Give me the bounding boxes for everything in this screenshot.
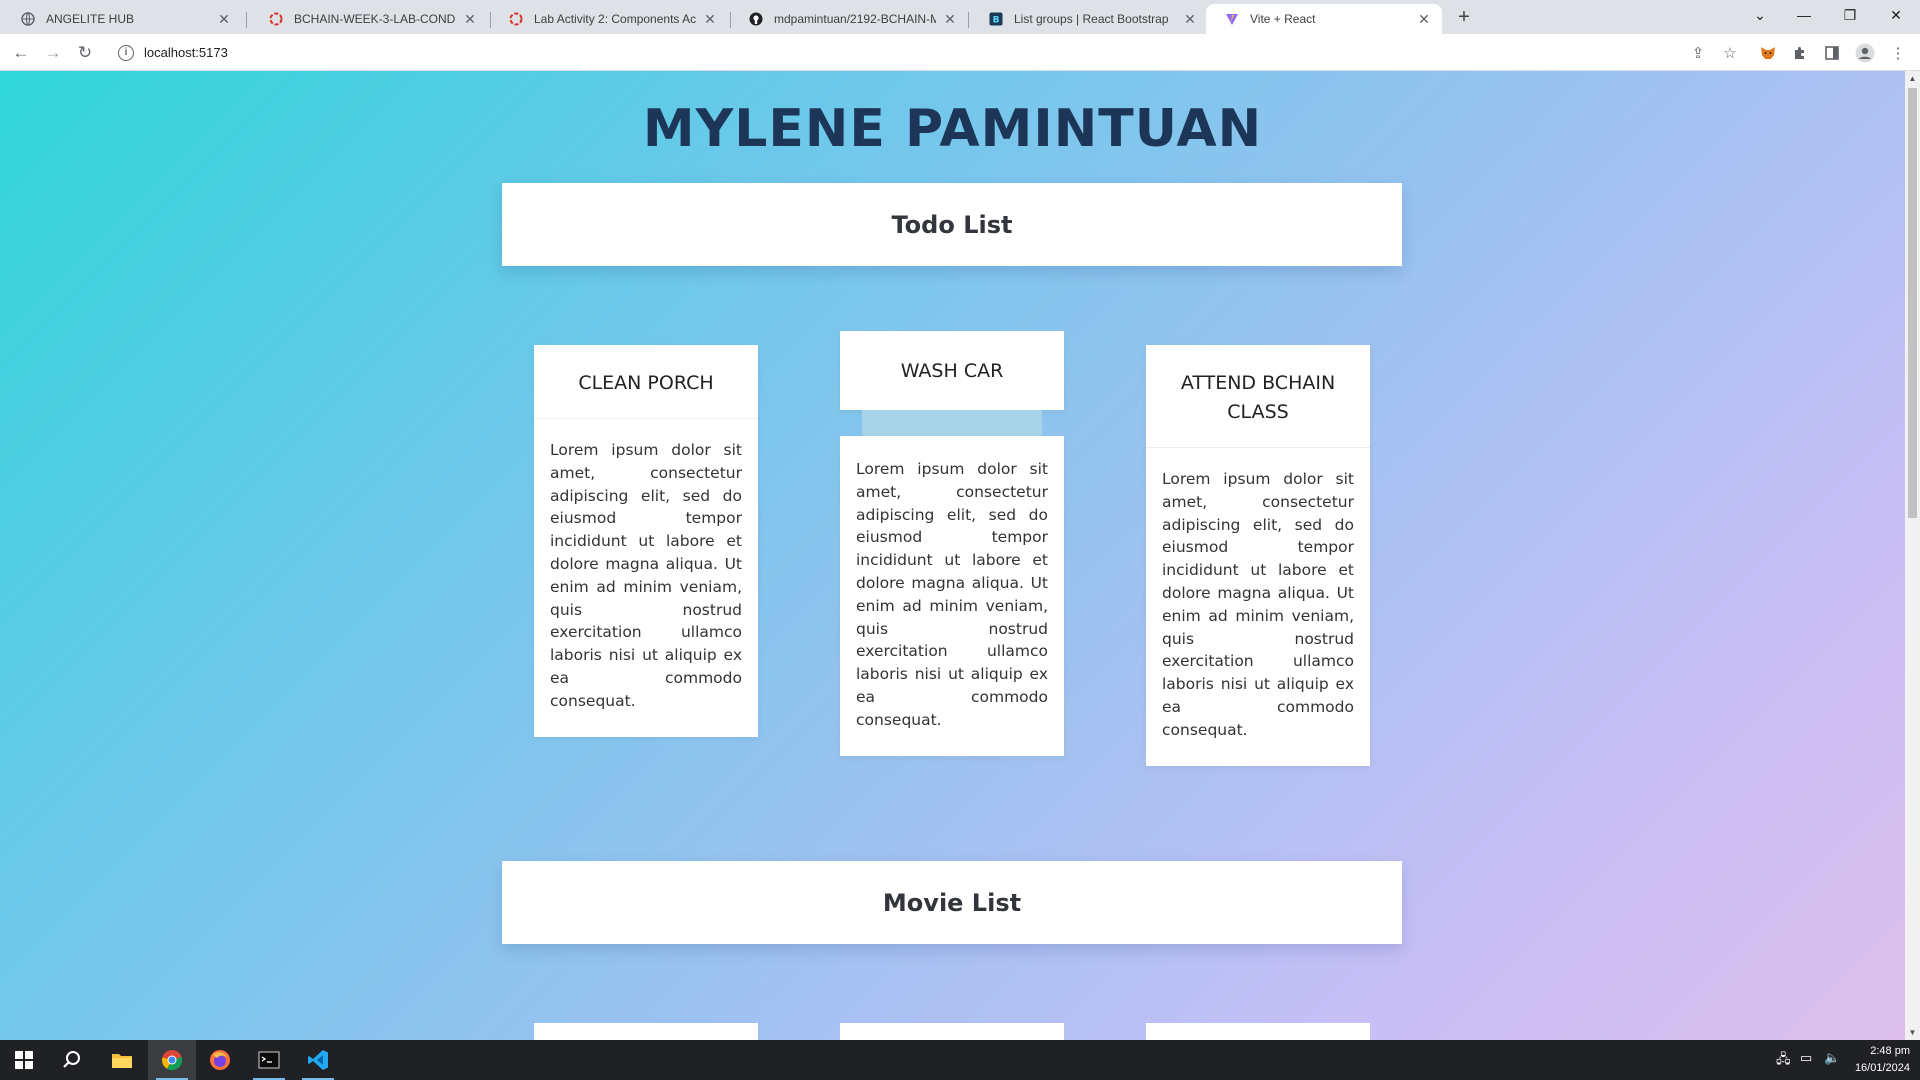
- extensions-puzzle-icon[interactable]: [1790, 43, 1810, 63]
- close-tab-icon[interactable]: ✕: [462, 11, 478, 27]
- globe-icon: [20, 11, 36, 27]
- card-title: WASH CAR: [900, 359, 1004, 382]
- clock-time: 2:48 pm: [1870, 1045, 1910, 1057]
- reload-button[interactable]: ↻: [72, 40, 98, 66]
- close-tab-icon[interactable]: ✕: [1182, 11, 1198, 27]
- movie-card: [1146, 1023, 1370, 1040]
- firefox-taskbar-button[interactable]: [196, 1040, 244, 1080]
- tab-strip: ANGELITE HUB ✕ BCHAIN-WEEK-3-LAB-CONDITI…: [0, 0, 1920, 34]
- metamask-extension-icon[interactable]: [1758, 43, 1778, 63]
- movie-list-header: Movie List: [502, 861, 1402, 944]
- folder-icon: [112, 1054, 132, 1068]
- tab-lab-activity-2[interactable]: Lab Activity 2: Components Activity ✕: [490, 4, 728, 34]
- tab-github-repo[interactable]: mdpamintuan/2192-BCHAIN-MD ✕: [730, 4, 968, 34]
- movie-card: [534, 1023, 758, 1040]
- tab-label: List groups | React Bootstrap: [1014, 12, 1169, 26]
- card-body: Lorem ipsum dolor sit amet, consectetur …: [856, 460, 1048, 729]
- github-icon: [748, 11, 764, 27]
- kebab-menu-icon[interactable]: ⋮: [1888, 43, 1908, 63]
- scroll-down-arrow-icon[interactable]: ▼: [1905, 1025, 1920, 1040]
- movie-card: [840, 1023, 1064, 1040]
- close-tab-icon[interactable]: ✕: [702, 11, 718, 27]
- network-wired-icon[interactable]: 🖧: [1776, 1050, 1791, 1072]
- tab-label: ANGELITE HUB: [46, 12, 135, 26]
- back-button[interactable]: ←: [8, 40, 34, 66]
- card-body: Lorem ipsum dolor sit amet, consectetur …: [1162, 470, 1354, 739]
- todo-list-heading: Todo List: [891, 210, 1013, 239]
- tab-label: mdpamintuan/2192-BCHAIN-MD: [774, 12, 936, 26]
- vscode-taskbar-button[interactable]: [294, 1040, 342, 1080]
- chrome-icon: [162, 1050, 183, 1071]
- share-icon[interactable]: ⇪: [1688, 43, 1708, 63]
- tab-angelite-hub[interactable]: ANGELITE HUB ✕: [2, 4, 242, 34]
- close-tab-icon[interactable]: ✕: [942, 11, 958, 27]
- start-button[interactable]: [0, 1040, 48, 1080]
- chrome-taskbar-button[interactable]: [148, 1040, 196, 1080]
- svg-text:B: B: [993, 16, 1000, 26]
- red-circle-icon: [268, 11, 284, 27]
- windows-taskbar: 🖧 ▭ 🔈 2:48 pm 16/01/2024: [0, 1040, 1920, 1080]
- tab-label: BCHAIN-WEEK-3-LAB-CONDITIONAL: [294, 12, 456, 26]
- bookmark-star-icon[interactable]: ☆: [1720, 43, 1740, 63]
- tab-separator: [968, 12, 969, 28]
- side-panel-icon[interactable]: [1822, 43, 1842, 63]
- taskbar-clock[interactable]: 2:48 pm 16/01/2024: [1855, 1043, 1910, 1077]
- profile-avatar-icon[interactable]: [1855, 43, 1875, 63]
- vscode-icon: [308, 1050, 328, 1070]
- search-button[interactable]: [48, 1040, 96, 1080]
- card-shadow-gap: [862, 410, 1042, 436]
- scroll-up-arrow-icon[interactable]: ▲: [1905, 71, 1920, 86]
- todo-card-wash-car-title: WASH CAR: [840, 331, 1064, 410]
- todo-card-attend-bchain-class: ATTEND BCHAIN CLASS Lorem ipsum dolor si…: [1146, 345, 1370, 766]
- tab-vite-react[interactable]: Vite + React ✕: [1206, 4, 1442, 34]
- page-scrollbar[interactable]: ▲ ▼: [1905, 71, 1920, 1040]
- movie-list-heading: Movie List: [882, 888, 1022, 917]
- tab-bchain-week3[interactable]: BCHAIN-WEEK-3-LAB-CONDITIONAL ✕: [250, 4, 488, 34]
- tab-react-bootstrap[interactable]: B List groups | React Bootstrap ✕: [970, 4, 1208, 34]
- todo-card-clean-porch: CLEAN PORCH Lorem ipsum dolor sit amet, …: [534, 345, 758, 737]
- close-tab-icon[interactable]: ✕: [1416, 11, 1432, 27]
- card-title: ATTEND BCHAIN CLASS: [1146, 345, 1370, 448]
- address-bar[interactable]: i localhost:5173: [108, 38, 1670, 67]
- volume-icon[interactable]: 🔈: [1824, 1050, 1840, 1066]
- restore-button[interactable]: ❐: [1828, 0, 1872, 30]
- tab-label: Lab Activity 2: Components Activity: [534, 12, 696, 26]
- card-title: CLEAN PORCH: [534, 345, 758, 419]
- scrollbar-thumb[interactable]: [1908, 88, 1917, 518]
- clock-date: 16/01/2024: [1854, 1062, 1910, 1074]
- red-circle-icon: [508, 11, 524, 27]
- page-title: MYLENE PAMINTUAN: [642, 99, 1263, 159]
- tab-separator: [246, 12, 247, 28]
- vite-icon: [1224, 11, 1240, 27]
- browser-toolbar: ← → ↻ i localhost:5173 ⇪ ☆ ⋮: [0, 34, 1920, 71]
- tab-search-icon[interactable]: ⌄: [1738, 0, 1782, 30]
- site-info-icon[interactable]: i: [118, 44, 134, 61]
- url-text: localhost:5173: [144, 45, 228, 60]
- tab-label: Vite + React: [1250, 12, 1316, 26]
- terminal-taskbar-button[interactable]: [245, 1040, 293, 1080]
- todo-card-wash-car: Lorem ipsum dolor sit amet, consectetur …: [840, 436, 1064, 756]
- page-viewport: MYLENE PAMINTUAN Todo List CLEAN PORCH L…: [0, 71, 1920, 1040]
- close-tab-icon[interactable]: ✕: [216, 11, 232, 27]
- forward-button[interactable]: →: [40, 40, 66, 66]
- network-icon[interactable]: ▭: [1800, 1050, 1812, 1066]
- file-explorer-button[interactable]: [98, 1040, 146, 1080]
- close-window-button[interactable]: ✕: [1874, 0, 1918, 30]
- react-bootstrap-icon: B: [988, 11, 1004, 27]
- minimize-button[interactable]: —: [1782, 0, 1826, 30]
- search-icon: [63, 1051, 80, 1068]
- firefox-icon: [210, 1050, 230, 1070]
- new-tab-button[interactable]: +: [1452, 5, 1476, 29]
- card-body: Lorem ipsum dolor sit amet, consectetur …: [550, 441, 742, 710]
- windows-logo-icon: [15, 1051, 33, 1069]
- terminal-icon: [258, 1051, 280, 1069]
- todo-list-header: Todo List: [502, 183, 1402, 266]
